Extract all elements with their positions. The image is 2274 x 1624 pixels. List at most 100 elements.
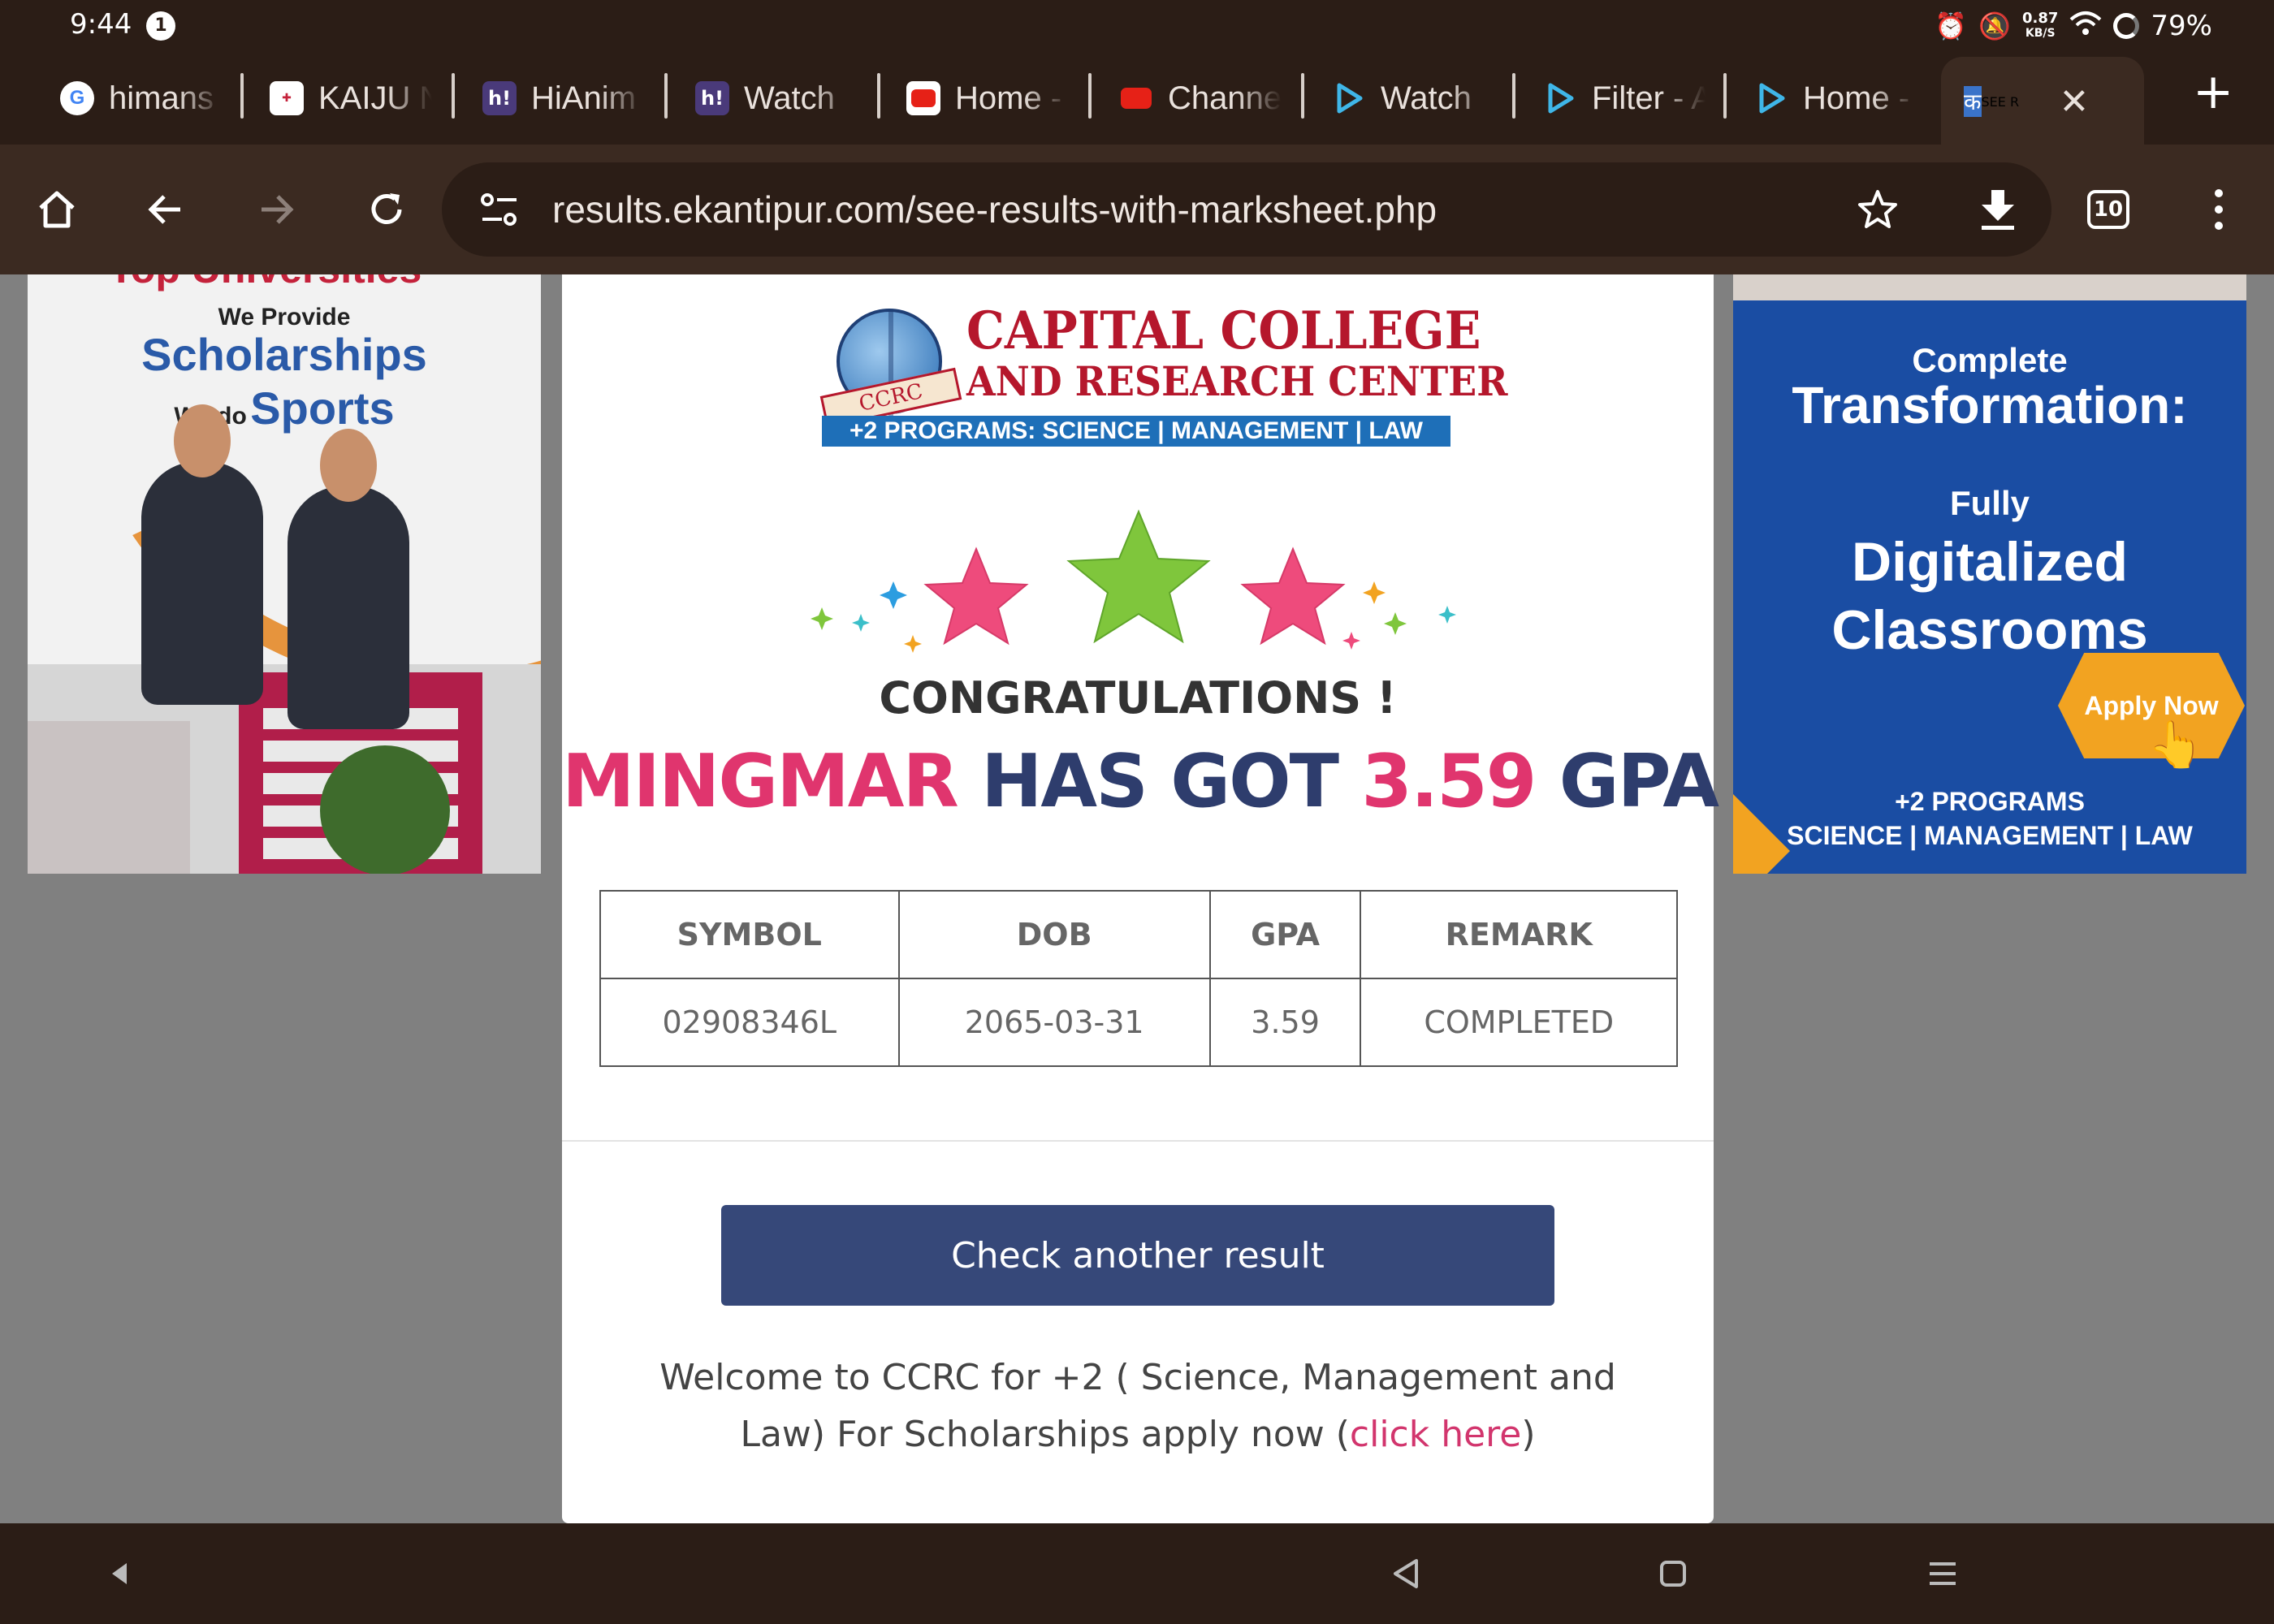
- tab-separator: [240, 73, 244, 119]
- tab-himans[interactable]: G himans: [52, 52, 223, 145]
- reload-button[interactable]: [354, 145, 419, 274]
- column-header-gpa: GPA: [1208, 890, 1362, 979]
- tab-filter[interactable]: Filter - A: [1535, 52, 1706, 145]
- net-speed: 0.87 KB/S: [2022, 11, 2058, 41]
- ad-right-t2: Transformation:: [1792, 376, 2188, 434]
- ad-right-top-strip: [1733, 274, 2246, 300]
- click-here-link[interactable]: click here: [1350, 1414, 1521, 1455]
- left-advertisement[interactable]: Top Universities We Provide Scholarships…: [28, 274, 541, 874]
- ad-right-t5b: SCIENCE | MANAGEMENT | LAW: [1787, 821, 2193, 850]
- tab-separator: [1723, 73, 1727, 119]
- tab-title: Watch: [1381, 80, 1472, 116]
- close-tab-icon[interactable]: ✕: [2060, 81, 2090, 123]
- status-time: 9:44: [70, 8, 132, 41]
- ad-right-t3: Fully: [1949, 484, 2030, 522]
- forward-button[interactable]: [244, 145, 309, 274]
- tab-separator: [1301, 73, 1304, 119]
- tab-strip: G himans ✚ KAIJU N h! HiAnim h! Watch Ho…: [0, 52, 2274, 146]
- welcome-text: Welcome to CCRC for +2 ( Science, Manage…: [627, 1350, 1649, 1463]
- back-arrow-icon: [148, 195, 180, 224]
- tab-hianime[interactable]: h! HiAnim: [474, 52, 645, 145]
- cell-dob: 2065-03-31: [897, 978, 1211, 1067]
- ad-left-line3-big: Sports: [250, 382, 395, 434]
- ad-left-building-image: [28, 664, 541, 874]
- tab-switcher-button[interactable]: 10: [2076, 145, 2141, 274]
- alarm-icon: ⏰: [1935, 11, 1968, 41]
- ad-left-student-image: [287, 429, 409, 729]
- battery-icon: [2113, 13, 2140, 39]
- tab-youtube-channel[interactable]: Channe: [1111, 52, 1282, 145]
- home-button[interactable]: [24, 145, 89, 274]
- new-tab-button[interactable]: +: [2193, 63, 2233, 120]
- tab-title: Home -: [1803, 80, 1910, 116]
- ad-right-t1: Complete: [1912, 341, 2068, 379]
- tab-see-results-active[interactable]: क SEE R ✕: [1941, 57, 2144, 146]
- play-icon: [1332, 81, 1366, 115]
- square-icon: [1660, 1561, 1686, 1587]
- reload-icon: [371, 193, 402, 224]
- ad-left-line2: Scholarships: [141, 329, 427, 380]
- result-modal: CCRC CAPITAL COLLEGE AND RESEARCH CENTER…: [562, 274, 1719, 1523]
- hianime-icon: h!: [482, 81, 517, 115]
- nav-hide-button[interactable]: [94, 1523, 143, 1624]
- status-bar: 9:44 1 ⏰ 🔕 0.87 KB/S 79%: [0, 0, 2274, 52]
- tab-count: 10: [2087, 190, 2129, 229]
- nav-recents-button[interactable]: [1918, 1523, 1967, 1624]
- menu-button[interactable]: [2186, 145, 2251, 274]
- green-star-icon: [1066, 509, 1211, 644]
- ccrc-logo: CCRC CAPITAL COLLEGE AND RESEARCH CENTER…: [819, 300, 1507, 447]
- check-another-result-button[interactable]: Check another result: [721, 1205, 1554, 1306]
- download-button[interactable]: [1965, 145, 2030, 274]
- ekantipur-icon: क: [1964, 86, 1982, 117]
- browser-toolbar: results.ekantipur.com/see-results-with-m…: [0, 145, 2274, 274]
- forward-arrow-icon: [262, 195, 294, 224]
- modal-divider: [562, 1140, 1714, 1142]
- address-bar[interactable]: results.ekantipur.com/see-results-with-m…: [442, 162, 2051, 257]
- bookmark-star-icon[interactable]: [1855, 187, 1900, 235]
- tab-youtube-home[interactable]: Home -: [898, 52, 1069, 145]
- home-icon: [39, 191, 75, 228]
- hianime-icon: h!: [695, 81, 729, 115]
- column-header-symbol: SYMBOL: [599, 890, 900, 979]
- logo-title-line1: CAPITAL COLLEGE: [966, 300, 1481, 361]
- nav-back-button[interactable]: [1381, 1523, 1429, 1624]
- ad-right-programs: +2 PROGRAMS SCIENCE | MANAGEMENT | LAW: [1733, 784, 2246, 853]
- column-header-dob: DOB: [897, 890, 1211, 979]
- tab-title: HiAnim: [531, 80, 636, 116]
- congratulations-heading: CONGRATULATIONS !: [879, 672, 1397, 723]
- logo-programs-bar: +2 PROGRAMS: SCIENCE | MANAGEMENT | LAW: [822, 416, 1450, 447]
- cell-remark: COMPLETED: [1360, 978, 1678, 1067]
- web-page: Top Universities We Provide Scholarships…: [0, 274, 2274, 1523]
- nav-home-button[interactable]: [1649, 1523, 1697, 1624]
- result-headline: MINGMAR HAS GOT 3.59 GPA: [562, 739, 1719, 824]
- celebration-stars: [811, 509, 1456, 653]
- tab-title: Home -: [955, 80, 1062, 116]
- tab-home[interactable]: Home -: [1746, 52, 1917, 145]
- notification-badge: 1: [146, 11, 175, 41]
- has-got-text: HAS GOT: [981, 739, 1339, 824]
- youtube-icon: [906, 81, 940, 115]
- tab-separator: [1088, 73, 1092, 119]
- net-speed-unit: KB/S: [2025, 27, 2056, 40]
- column-header-remark: REMARK: [1360, 890, 1678, 979]
- pink-star-icon: [1240, 546, 1346, 646]
- system-nav-bar: [0, 1523, 2274, 1624]
- right-advertisement[interactable]: Complete Transformation: Fully Digitaliz…: [1733, 274, 2246, 874]
- play-icon: [1543, 81, 1577, 115]
- table-header-row: SYMBOL DOB GPA REMARK: [599, 890, 1678, 979]
- pointer-hand-icon: 👆: [2147, 719, 2204, 771]
- gpa-value: 3.59: [1361, 739, 1537, 824]
- back-button[interactable]: [133, 145, 198, 274]
- more-vert-icon: [2215, 189, 2223, 230]
- recents-lines-icon: [1930, 1562, 1956, 1585]
- welcome-close-paren: ): [1521, 1414, 1536, 1455]
- status-icons: ⏰ 🔕 0.87 KB/S 79%: [1935, 6, 2212, 45]
- tab-watch[interactable]: Watch: [1324, 52, 1494, 145]
- ad-left-line3: We do Sports: [28, 382, 541, 434]
- wifi-icon: [2069, 10, 2102, 42]
- site-settings-icon[interactable]: [479, 190, 520, 232]
- tab-watch-hianime[interactable]: h! Watch: [687, 52, 858, 145]
- tab-kaiju[interactable]: ✚ KAIJU N: [262, 52, 432, 145]
- manga-icon: ✚: [270, 81, 304, 115]
- tab-separator: [452, 73, 455, 119]
